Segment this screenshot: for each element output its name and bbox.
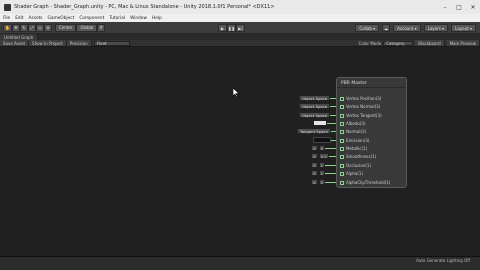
port-vertex-tangent[interactable]: Vertex Tangent(3) bbox=[337, 112, 382, 119]
rect-tool-icon[interactable]: ▭ bbox=[35, 23, 44, 32]
precision-label: Precision bbox=[66, 40, 92, 46]
port-metallic[interactable]: Metallic(1) bbox=[337, 145, 367, 152]
precision-dropdown[interactable]: Float bbox=[93, 40, 130, 46]
menu-window[interactable]: Window bbox=[130, 16, 147, 21]
port-socket-icon[interactable] bbox=[340, 146, 344, 151]
alpha-input[interactable]: X1 bbox=[311, 170, 338, 176]
save-asset-button[interactable]: Save Asset bbox=[0, 40, 30, 46]
port-vertex-normal[interactable]: Vertex Normal(3) bbox=[337, 103, 380, 110]
port-socket-icon[interactable] bbox=[340, 171, 344, 176]
minimize-button[interactable]: – bbox=[438, 4, 452, 11]
metallic-input[interactable]: X0 bbox=[311, 145, 338, 151]
occlusion-input[interactable]: X1 bbox=[311, 162, 338, 168]
port-socket-icon[interactable] bbox=[340, 104, 344, 109]
move-tool-icon[interactable]: ✥ bbox=[11, 23, 20, 32]
port-normal[interactable]: Normal(3) bbox=[337, 128, 366, 135]
port-socket-icon[interactable] bbox=[340, 121, 344, 126]
window-controls: – □ ✕ bbox=[438, 4, 480, 11]
color-mode-label: Color Mode bbox=[358, 40, 382, 46]
graph-canvas[interactable] bbox=[0, 48, 480, 255]
window-title: Shader Graph - Shader_Graph.unity - PC, … bbox=[14, 4, 275, 10]
menu-assets[interactable]: Assets bbox=[29, 16, 43, 21]
transform-tool-icon[interactable]: ⊕ bbox=[43, 23, 52, 32]
port-emission[interactable]: Emission(3) bbox=[337, 137, 369, 144]
color-mode-dropdown[interactable]: Category bbox=[383, 40, 414, 46]
title-bar: Shader Graph - Shader_Graph.unity - PC, … bbox=[0, 0, 480, 14]
play-controls: ▶ ❚❚ ▶| bbox=[218, 24, 245, 32]
emission-color-swatch[interactable] bbox=[313, 137, 331, 143]
node-title: PBR Master bbox=[337, 78, 406, 88]
menu-gameobject[interactable]: GameObject bbox=[48, 16, 75, 21]
menu-bar: File Edit Assets GameObject Component Tu… bbox=[0, 14, 480, 22]
menu-help[interactable]: Help bbox=[152, 16, 162, 21]
mouse-cursor-icon bbox=[233, 88, 239, 97]
port-smoothness[interactable]: Smoothness(1) bbox=[337, 153, 376, 160]
albedo-color-swatch[interactable] bbox=[313, 120, 327, 126]
pivot-center-button[interactable]: Center bbox=[54, 23, 77, 32]
port-socket-icon[interactable] bbox=[340, 154, 344, 159]
hand-tool-icon[interactable]: ✋ bbox=[3, 23, 12, 32]
unity-editor-window: Shader Graph - Shader_Graph.unity - PC, … bbox=[0, 0, 480, 270]
port-socket-icon[interactable] bbox=[340, 113, 344, 118]
layers-dropdown[interactable]: Layers ▾ bbox=[423, 24, 449, 32]
port-albedo[interactable]: Albedo(3) bbox=[337, 120, 366, 127]
menu-file[interactable]: File bbox=[3, 16, 10, 21]
show-in-project-button[interactable]: Show In Project bbox=[29, 40, 67, 46]
unity-logo-icon bbox=[4, 3, 11, 11]
port-occlusion[interactable]: Occlusion(1) bbox=[337, 162, 371, 169]
status-bar: Auto Generate Lighting Off bbox=[0, 256, 480, 270]
status-text: Auto Generate Lighting Off bbox=[416, 258, 470, 263]
step-icon[interactable]: ▶| bbox=[236, 24, 245, 32]
smoothness-input[interactable]: X 0.5 bbox=[311, 153, 339, 159]
blackboard-toggle[interactable]: Blackboard bbox=[415, 40, 445, 46]
port-socket-icon[interactable] bbox=[340, 129, 344, 134]
vertex-normal-input[interactable]: Object Space bbox=[299, 103, 337, 109]
main-preview-toggle[interactable]: Main Preview bbox=[446, 40, 480, 46]
cloud-icon[interactable]: ☁ bbox=[382, 24, 391, 32]
port-alpha-clip-threshold[interactable]: AlphaClipThreshold(1) bbox=[337, 179, 390, 186]
port-socket-icon[interactable] bbox=[340, 163, 344, 168]
maximize-button[interactable]: □ bbox=[452, 4, 466, 11]
port-socket-icon[interactable] bbox=[340, 180, 344, 185]
normal-space-input[interactable]: Tangent Space bbox=[297, 128, 336, 134]
scale-tool-icon[interactable]: ⤢ bbox=[27, 23, 36, 32]
vertex-tangent-input[interactable]: Object Space bbox=[299, 112, 337, 118]
menu-edit[interactable]: Edit bbox=[15, 16, 23, 21]
port-socket-icon[interactable] bbox=[340, 138, 344, 143]
rotate-tool-icon[interactable]: ↻ bbox=[19, 23, 28, 32]
close-button[interactable]: ✕ bbox=[466, 4, 480, 11]
shader-graph-toolbar: Save Asset Show In Project Precision Flo… bbox=[0, 40, 480, 47]
collab-dropdown[interactable]: Collab ▾ bbox=[355, 24, 380, 32]
pbr-master-node[interactable]: PBR Master Vertex Position(3) Vertex Nor… bbox=[336, 77, 407, 188]
menu-component[interactable]: Component bbox=[79, 16, 104, 21]
pivot-global-button[interactable]: Global bbox=[76, 23, 98, 32]
alpha-clip-input[interactable]: X0 bbox=[311, 179, 338, 185]
menu-tutorial[interactable]: Tutorial bbox=[109, 16, 125, 21]
toolbar-right: Collab ▾ ☁ Account ▾ Layers ▾ Layout ▾ bbox=[355, 24, 476, 32]
layout-dropdown[interactable]: Layout ▾ bbox=[451, 24, 476, 32]
vertex-position-input[interactable]: Object Space bbox=[299, 95, 337, 101]
account-dropdown[interactable]: Account ▾ bbox=[393, 24, 421, 32]
port-socket-icon[interactable] bbox=[340, 96, 344, 101]
port-vertex-position[interactable]: Vertex Position(3) bbox=[337, 95, 381, 102]
play-icon[interactable]: ▶ bbox=[218, 24, 227, 32]
pause-icon[interactable]: ❚❚ bbox=[227, 24, 236, 32]
snap-icon[interactable]: # bbox=[97, 23, 106, 32]
port-alpha[interactable]: Alpha(1) bbox=[337, 170, 363, 177]
